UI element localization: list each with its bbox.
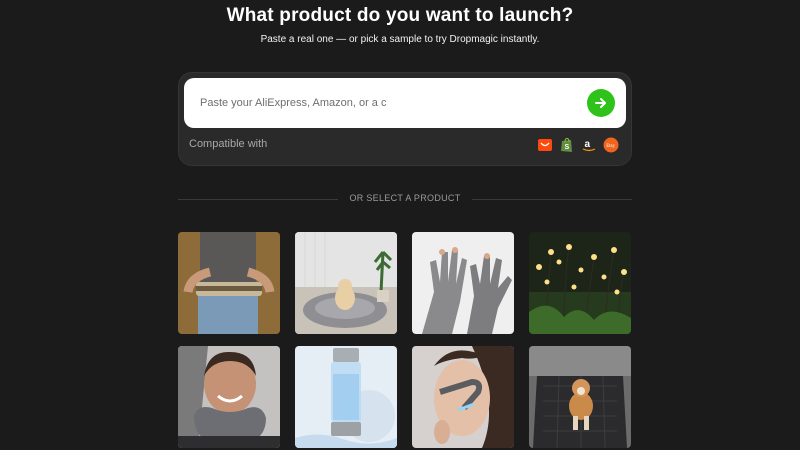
compatible-stores: S a Etsy: [537, 137, 619, 153]
page: What product do you want to launch? Past…: [0, 0, 800, 450]
or-divider: OR SELECT A PRODUCT: [178, 193, 632, 205]
divider-line-right: [472, 199, 632, 200]
product-card-car-seat-cover[interactable]: [529, 346, 631, 448]
etsy-icon: Etsy: [603, 137, 619, 153]
product-url-input[interactable]: [198, 91, 582, 115]
page-title: What product do you want to launch?: [226, 5, 574, 26]
submit-button[interactable]: [587, 89, 615, 117]
product-input-card: Compatible with S a: [178, 72, 632, 166]
compatible-label: Compatible with: [189, 138, 268, 150]
arrow-right-icon: [595, 98, 606, 108]
svg-text:Etsy: Etsy: [606, 144, 615, 149]
product-card-firefly-lights[interactable]: [529, 232, 631, 334]
product-card-face-massager[interactable]: [412, 346, 514, 448]
svg-text:S: S: [565, 144, 570, 151]
product-card-dog-bed[interactable]: [295, 232, 397, 334]
product-card-hydrogen-water-bottle[interactable]: [295, 346, 397, 448]
search-box[interactable]: [184, 78, 626, 128]
svg-text:a: a: [585, 139, 591, 150]
aliexpress-icon: [537, 137, 553, 153]
amazon-icon: a: [581, 137, 597, 153]
product-card-travel-pillow[interactable]: [178, 346, 280, 448]
product-card-posture-belt[interactable]: [178, 232, 280, 334]
product-card-compression-gloves[interactable]: [412, 232, 514, 334]
shopify-icon: S: [559, 137, 575, 153]
page-subtitle: Paste a real one — or pick a sample to t…: [260, 34, 540, 45]
divider-text: OR SELECT A PRODUCT: [349, 193, 461, 203]
